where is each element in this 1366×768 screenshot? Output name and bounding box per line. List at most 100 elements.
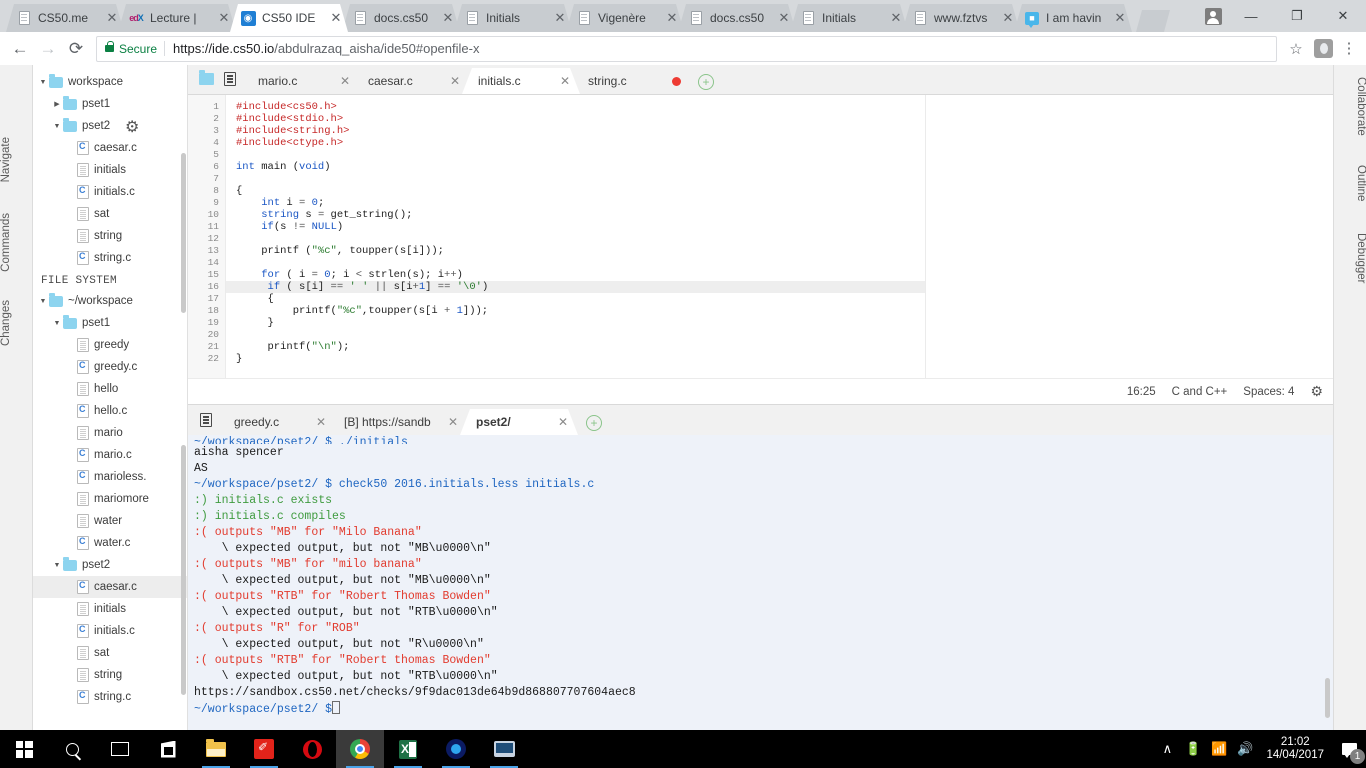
browser-tab-1[interactable]: edX Lecture | ✕ [118,4,236,32]
browser-tab-4[interactable]: Initials ✕ [454,4,572,32]
close-icon[interactable]: ✕ [444,415,462,429]
file-tree-item[interactable]: mario [33,422,187,444]
new-tab-button[interactable] [1136,10,1170,32]
file-tree-item[interactable]: ▶ pset1 [33,93,187,115]
terminal-output[interactable]: ~/workspace/pset2/ $ ./initials aisha sp… [188,435,1333,730]
terminal-scrollbar[interactable] [1325,678,1330,718]
indent-setting[interactable]: Spaces: 4 [1243,386,1294,398]
editor-tab-initials-c[interactable]: initials.c ✕ [462,68,580,94]
file-tree-item[interactable]: string.c [33,686,187,708]
close-icon[interactable]: ✕ [216,10,232,26]
chevron-down-icon[interactable]: ▼ [51,320,63,327]
file-tree-item[interactable]: marioless. [33,466,187,488]
language-mode[interactable]: C and C++ [1172,386,1228,398]
close-icon[interactable]: ✕ [336,74,354,88]
rail-item-collaborate[interactable]: Collaborate [1334,77,1366,136]
reload-button[interactable]: ⟳ [62,35,90,63]
close-icon[interactable]: ✕ [312,415,330,429]
file-tree-item[interactable]: ▼ workspace [33,71,187,93]
excel-icon[interactable] [384,730,432,768]
browser-tab-0[interactable]: CS50.me ✕ [6,4,124,32]
new-editor-tab-button[interactable]: + [698,74,714,90]
remote-desktop-icon[interactable] [480,730,528,768]
editor-tab-mario-c[interactable]: mario.c ✕ [242,68,360,94]
close-icon[interactable]: ✕ [328,10,344,26]
search-icon[interactable] [48,730,96,768]
file-tree-item[interactable]: sat [33,203,187,225]
browser-tab-3[interactable]: docs.cs50 ✕ [342,4,460,32]
chevron-up-icon[interactable]: ∧ [1154,730,1180,768]
red-app-icon[interactable] [240,730,288,768]
file-tree-item[interactable]: ▼ pset2 [33,554,187,576]
forward-button[interactable]: → [34,35,62,63]
chevron-down-icon[interactable]: ▼ [37,79,49,86]
chevron-down-icon[interactable]: ▼ [51,123,63,130]
browser-tab-5[interactable]: Vigenère ✕ [566,4,684,32]
file-tree-item[interactable]: greedy [33,334,187,356]
browser-tab-2[interactable]: ◉ CS50 IDE ✕ [230,4,348,32]
file-tree-item[interactable]: caesar.c [33,137,187,159]
profile-avatar-icon[interactable] [1198,0,1228,32]
file-tree-panel[interactable]: ▼ workspace ▶ pset1 ▼ pset2 caesar.c initials… [33,65,188,730]
terminal-tab-pset2[interactable]: pset2/ ✕ [460,409,578,435]
terminal-tab-sandbox[interactable]: [B] https://sandb ✕ [328,409,468,435]
terminal-tab-greedy-c[interactable]: greedy.c ✕ [218,409,336,435]
maximize-button[interactable]: ❐ [1274,0,1320,32]
file-tree-item[interactable]: caesar.c [33,576,187,598]
volume-icon[interactable]: 🔊 [1232,730,1258,768]
close-window-button[interactable]: ✕ [1320,0,1366,32]
rail-item-changes[interactable]: Changes [0,300,33,346]
terminal-prompt-line[interactable]: ~/workspace/pset2/ $ [192,701,1333,718]
gear-icon[interactable]: ⚙ [1310,383,1323,400]
taskbar-clock[interactable]: 21:02 14/04/2017 [1258,736,1332,762]
file-tree-item[interactable]: string [33,225,187,247]
windows-start-icon[interactable] [0,730,48,768]
file-tree-item[interactable]: water [33,510,187,532]
chrome-menu-icon[interactable]: ⋮ [1338,41,1360,56]
microsoft-store-icon[interactable] [144,730,192,768]
file-tree-scrollbar-top[interactable] [181,153,186,313]
file-tree-item[interactable]: initials.c [33,181,187,203]
browser-tab-9[interactable]: ■ I am havin ✕ [1014,4,1132,32]
chrome-icon[interactable] [336,730,384,768]
editor-tab-string-c[interactable]: string.c [572,68,690,94]
back-button[interactable]: ← [6,35,34,63]
opera-icon[interactable] [288,730,336,768]
minimize-button[interactable]: — [1228,0,1274,32]
file-tree-item[interactable]: mario.c [33,444,187,466]
rail-item-debugger[interactable]: Debugger [1334,233,1366,284]
notification-center-icon[interactable]: 1 [1332,730,1366,768]
file-tree-item[interactable]: hello.c [33,400,187,422]
file-tree-item[interactable]: string [33,664,187,686]
rail-item-navigate[interactable]: Navigate [0,137,33,182]
chevron-down-icon[interactable]: ▼ [37,298,49,305]
close-icon[interactable]: ✕ [1000,10,1016,26]
battery-icon[interactable]: 🔋 [1180,730,1206,768]
file-tree-item[interactable]: greedy.c [33,356,187,378]
close-icon[interactable]: ✕ [446,74,464,88]
close-icon[interactable]: ✕ [552,10,568,26]
task-view-icon[interactable] [96,730,144,768]
outline-list-icon[interactable] [218,64,242,94]
file-tree-item[interactable]: hello [33,378,187,400]
browser-tab-6[interactable]: docs.cs50 ✕ [678,4,796,32]
close-icon[interactable]: ✕ [440,10,456,26]
browser-tab-7[interactable]: Initials ✕ [790,4,908,32]
close-icon[interactable]: ✕ [664,10,680,26]
file-tree-item[interactable]: ▼ pset1 [33,312,187,334]
folder-toggle-icon[interactable] [194,64,218,94]
code-editor[interactable]: 1 2 3 4 5 6 7 8 9 10 11 12 13 14 15 16 17 18 19 20 21 22 #inc… [188,95,1333,378]
bookmark-star-icon[interactable]: ☆ [1283,40,1309,58]
file-tree-item[interactable]: initials.c [33,620,187,642]
wifi-icon[interactable]: 📶 [1206,730,1232,768]
close-icon[interactable]: ✕ [554,415,572,429]
close-icon[interactable]: ✕ [104,10,120,26]
rail-item-outline[interactable]: Outline [1334,165,1366,201]
extension-icon[interactable] [1314,39,1333,58]
file-tree-scrollbar-bottom[interactable] [181,445,186,695]
chevron-right-icon[interactable]: ▶ [51,100,63,108]
blue-app-icon[interactable] [432,730,480,768]
rail-item-commands[interactable]: Commands [0,213,33,272]
file-tree-item[interactable]: ▼ pset2 [33,115,187,137]
chevron-down-icon[interactable]: ▼ [51,562,63,569]
